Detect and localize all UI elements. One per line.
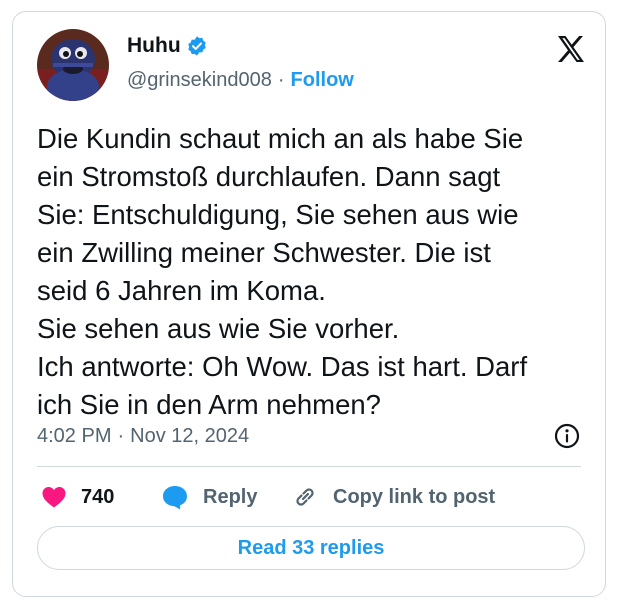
- read-replies-button[interactable]: Read 33 replies: [37, 526, 585, 570]
- tweet-time: 4:02 PM: [37, 425, 112, 447]
- display-name[interactable]: Huhu: [127, 34, 181, 58]
- copy-link-button[interactable]: Copy link to post: [291, 481, 495, 513]
- divider: [37, 466, 581, 467]
- tweet-text-line: Ich antworte: Oh Wow. Das ist hart. Darf: [37, 351, 528, 382]
- verified-badge-icon: [187, 36, 206, 56]
- tweet-card: Huhu @grinsekind008 · Follow Die Kundin …: [12, 11, 606, 597]
- like-count: 740: [81, 485, 115, 508]
- read-replies-label: Read 33 replies: [237, 536, 385, 559]
- avatar[interactable]: [37, 29, 109, 101]
- tweet-date: Nov 12, 2024: [130, 425, 250, 447]
- x-logo-icon[interactable]: [556, 34, 586, 64]
- tweet-text-line: Sie sehen aus wie Sie vorher.: [37, 313, 400, 344]
- tweet-text-line: seid 6 Jahren im Koma.: [37, 275, 326, 306]
- heart-icon: [42, 487, 66, 508]
- link-icon: [296, 488, 314, 506]
- tweet-text-line: ein Zwilling meiner Schwester. Die ist: [37, 237, 491, 268]
- timestamp[interactable]: 4:02 PM · Nov 12, 2024: [37, 425, 249, 448]
- tweet-text: Die Kundin schaut mich an als habe Sie e…: [37, 120, 587, 424]
- copy-link-label: Copy link to post: [333, 485, 496, 508]
- tweet-text-line: ich Sie in den Arm nehmen?: [37, 389, 381, 420]
- user-handle[interactable]: @grinsekind008: [127, 69, 272, 92]
- follow-link[interactable]: Follow: [291, 69, 354, 92]
- reply-button[interactable]: Reply: [161, 481, 257, 513]
- handle-row: @grinsekind008 · Follow: [127, 69, 354, 92]
- like-button[interactable]: 740: [41, 481, 114, 513]
- separator-dot: ·: [117, 425, 125, 447]
- tweet-text-line: Sie: Entschuldigung, Sie sehen aus wie: [37, 199, 519, 230]
- reply-bubble-icon: [163, 486, 187, 510]
- reply-label: Reply: [203, 485, 258, 508]
- separator-dot: ·: [277, 69, 285, 91]
- tweet-text-line: ein Stromstoß durchlaufen. Dann sagt: [37, 161, 501, 192]
- tweet-text-line: Die Kundin schaut mich an als habe Sie: [37, 123, 524, 154]
- info-icon[interactable]: [553, 422, 581, 450]
- action-bar: 740 Reply Copy link to post: [37, 481, 587, 513]
- author-name-row: Huhu: [127, 34, 208, 58]
